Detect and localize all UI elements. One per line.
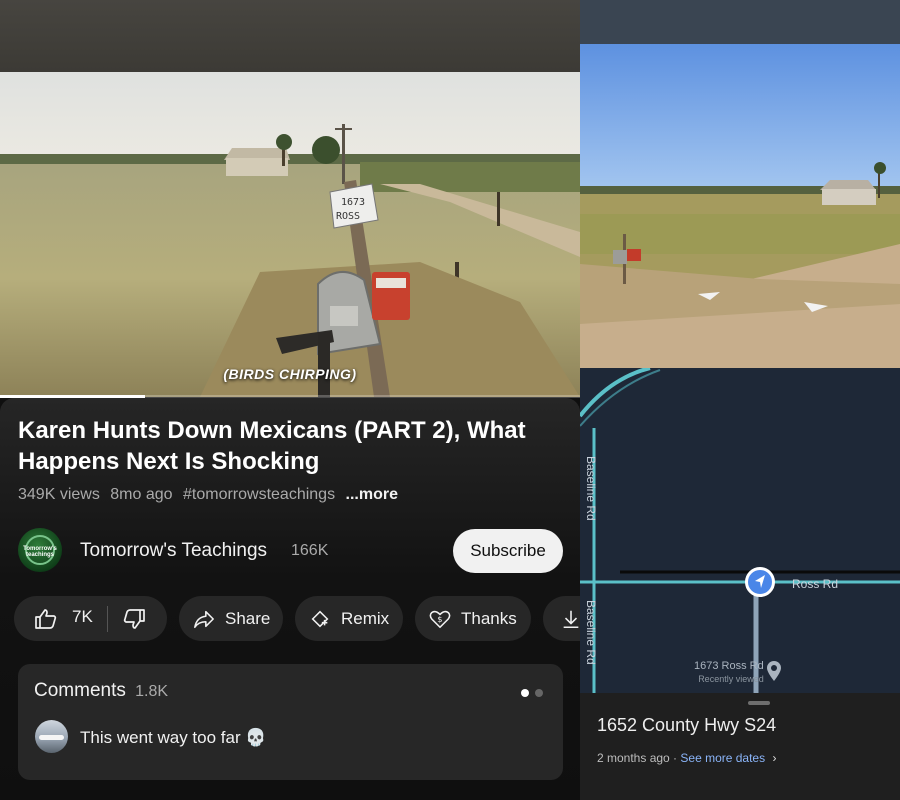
share-label: Share [225, 608, 271, 628]
upload-age: 8mo ago [110, 486, 173, 503]
video-title: Karen Hunts Down Mexicans (PART 2), What… [18, 417, 526, 475]
video-caption: (BIRDS CHIRPING) [223, 366, 357, 382]
svg-text:$: $ [437, 613, 442, 623]
video-top-bar [0, 0, 580, 72]
heart-dollar-icon: $ [429, 610, 451, 628]
more-link[interactable]: ...more [346, 486, 398, 503]
like-divider [106, 605, 108, 632]
channel-avatar[interactable]: Tomorrow's teachings [18, 528, 62, 572]
maps-app-pane: Baseline Rd Baseline Rd Ross Rd 1673 Ros… [580, 0, 900, 800]
street-view-image[interactable] [580, 44, 900, 368]
video-player[interactable]: 1673 ROSS (BIRDS CHIRPING) [0, 72, 580, 397]
pin-label[interactable]: 1673 Ross Rd Recently viewed [694, 660, 764, 686]
map-view[interactable]: Baseline Rd Baseline Rd Ross Rd 1673 Ros… [580, 368, 900, 693]
subscriber-count: 166K [291, 542, 329, 559]
subscribe-button[interactable]: Subscribe [453, 529, 563, 573]
place-address: 1652 County Hwy S24 [597, 715, 777, 735]
see-more-dates-link[interactable]: See more dates [680, 751, 765, 765]
street-view-frame [580, 44, 900, 368]
maps-top-bar [580, 0, 900, 44]
airplane-icon [39, 735, 64, 740]
road-label-ross: Ross Rd [792, 577, 839, 591]
chevron-right-icon: › [772, 751, 777, 765]
remix-label: Remix [341, 608, 390, 628]
like-button[interactable]: 7K [34, 607, 93, 631]
place-sheet[interactable]: 1652 County Hwy S24 2 months ago · See m… [580, 693, 900, 800]
sign-line-1: 1673 [341, 197, 365, 208]
carousel-dot-active [521, 689, 529, 697]
drag-handle[interactable] [748, 701, 770, 705]
download-button[interactable] [543, 596, 580, 641]
video-app-pane: 1673 ROSS (BIRDS CHIRPING) Karen Hunts D… [0, 0, 580, 800]
channel-name[interactable]: Tomorrow's Teachings [80, 540, 267, 562]
comments-title: Comments [34, 680, 126, 701]
comments-card[interactable]: Comments 1.8K This went way too far 💀 [18, 664, 563, 780]
like-dislike-group: 7K [14, 596, 167, 641]
location-arrow-icon[interactable] [745, 567, 775, 597]
like-count: 7K [72, 606, 93, 626]
top-comment-text: This went way too far 💀 [80, 728, 267, 747]
share-button[interactable]: Share [179, 596, 283, 641]
share-icon [194, 610, 214, 628]
commenter-avatar [35, 720, 68, 753]
road-label-baseline-2: Baseline Rd [584, 600, 598, 665]
hashtag-link[interactable]: #tomorrowsteachings [183, 486, 335, 503]
video-meta[interactable]: 349K views 8mo ago #tomorrowsteachings .… [18, 486, 404, 504]
remix-button[interactable]: Remix [295, 596, 403, 641]
map-pin-icon[interactable] [766, 660, 782, 682]
capture-date: 2 months ago · See more dates › [597, 751, 776, 765]
thanks-label: Thanks [461, 608, 517, 628]
channel-row: Tomorrow's teachings Tomorrow's Teaching… [18, 528, 564, 574]
video-frame: 1673 ROSS [0, 72, 580, 397]
carousel-dots [515, 684, 543, 702]
action-bar: 7K Share Remix $ Thanks [14, 596, 580, 642]
comments-count: 1.8K [135, 683, 169, 700]
thanks-button[interactable]: $ Thanks [415, 596, 531, 641]
road-label-baseline-1: Baseline Rd [584, 456, 598, 521]
map-roads [580, 368, 900, 693]
remix-icon [311, 610, 329, 627]
thumbs-up-icon [35, 608, 57, 629]
dislike-button[interactable] [122, 607, 146, 631]
pin-subtitle: Recently viewed [698, 674, 764, 684]
comments-heading: Comments 1.8K [34, 680, 168, 702]
download-icon [563, 610, 579, 628]
channel-avatar-text: Tomorrow's teachings [23, 546, 57, 558]
thumbs-down-icon [123, 608, 145, 629]
view-count: 349K views [18, 486, 100, 503]
carousel-dot [535, 689, 543, 697]
pin-title: 1673 Ross Rd [694, 660, 764, 672]
sign-line-2: ROSS [336, 211, 360, 222]
capture-age: 2 months ago · [597, 751, 678, 765]
